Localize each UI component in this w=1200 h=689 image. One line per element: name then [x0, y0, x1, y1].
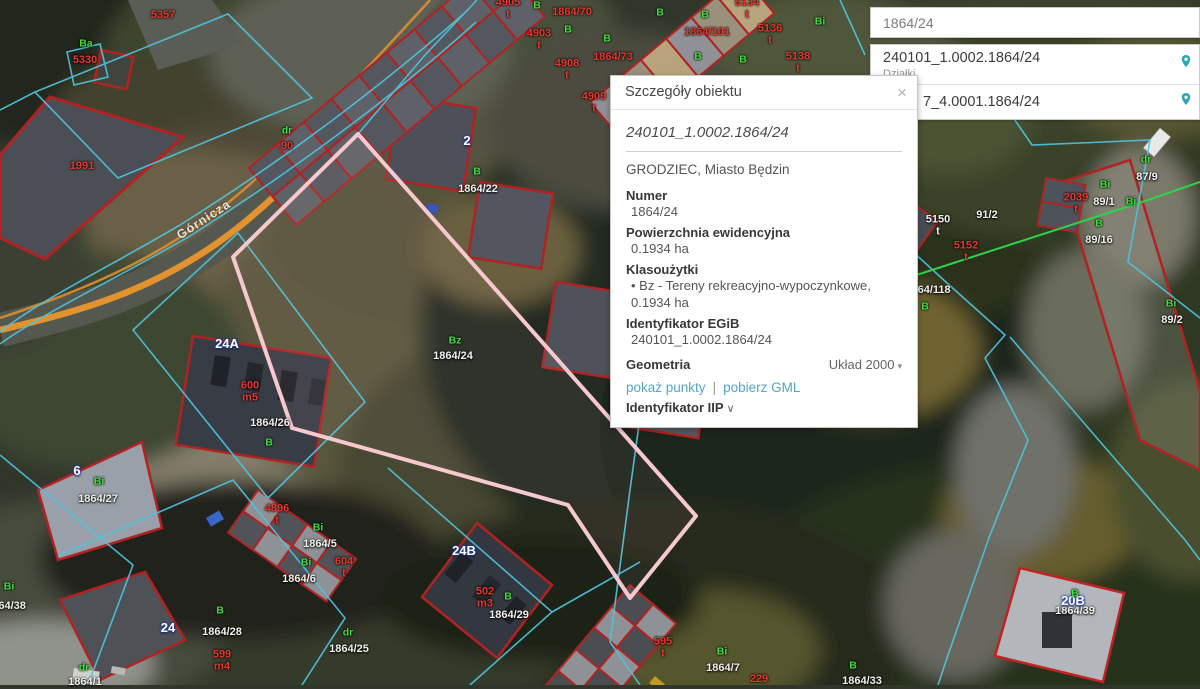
field-label-egib: Identyfikator EGiB — [626, 315, 902, 332]
garage-2039 — [1038, 178, 1086, 232]
divider — [626, 151, 902, 152]
popup-body: 240101_1.0002.1864/24 GRODZIEC, Miasto B… — [611, 110, 917, 427]
field-label-powierzchnia: Powierzchnia ewidencyjna — [626, 224, 902, 241]
search-results-list: 240101_1.0002.1864/24 Działki 7_4.0001.1… — [870, 44, 1200, 120]
zoom-to-feature-icon[interactable] — [1180, 92, 1192, 112]
parcel-search-box[interactable] — [870, 7, 1200, 38]
gis-parcel-viewer: { "search_panel": { "query": "1864/24", … — [0, 0, 1200, 685]
popup-header: Szczegóły obiektu × — [611, 76, 917, 110]
chevron-down-icon: ∨ — [727, 403, 735, 415]
search-input[interactable] — [871, 8, 1199, 37]
popup-title: Szczegóły obiektu — [625, 84, 742, 100]
zoom-to-feature-icon[interactable] — [1180, 54, 1192, 74]
feature-id: 240101_1.0002.1864/24 — [626, 124, 902, 141]
geometry-label: Geometria — [626, 356, 690, 373]
chevron-down-icon: ▾ — [897, 361, 902, 371]
field-label-klasouzytki: Klasoużytki — [626, 261, 902, 278]
building-roof — [468, 182, 553, 269]
garage-5330 — [94, 50, 133, 89]
result-subtitle: Działki — [883, 68, 1169, 80]
close-icon[interactable]: × — [897, 76, 907, 109]
crs-dropdown[interactable]: Układ 2000▾ — [829, 357, 902, 372]
field-label-numer: Numer — [626, 187, 902, 204]
field-value-egib: 240101_1.0002.1864/24 — [626, 332, 902, 349]
field-value-powierzchnia: 0.1934 ha — [626, 241, 902, 258]
crs-selected-value: Układ 2000 — [829, 357, 895, 372]
download-gml-link[interactable]: pobierz GML — [723, 380, 800, 395]
iip-label: Identyfikator IIP — [626, 400, 724, 415]
link-divider: | — [713, 380, 717, 395]
field-value-numer: 1864/24 — [626, 204, 902, 221]
object-details-popup: Szczegóły obiektu × 240101_1.0002.1864/2… — [610, 75, 918, 428]
result-title: 7_4.0001.1864/24 — [923, 94, 1169, 111]
show-points-link[interactable]: pokaż punkty — [626, 380, 706, 395]
result-title: 240101_1.0002.1864/24 — [883, 50, 1169, 67]
field-value-klasouzytki: • Bz - Tereny rekreacyjno-wypoczynkowe, … — [626, 278, 902, 312]
search-result-item[interactable]: 7_4.0001.1864/24 — [871, 84, 1199, 120]
search-result-item[interactable]: 240101_1.0002.1864/24 Działki — [871, 45, 1199, 84]
locality-name: GRODZIEC, Miasto Będzin — [626, 162, 902, 177]
iip-expander[interactable]: Identyfikator IIP∨ — [626, 400, 902, 415]
